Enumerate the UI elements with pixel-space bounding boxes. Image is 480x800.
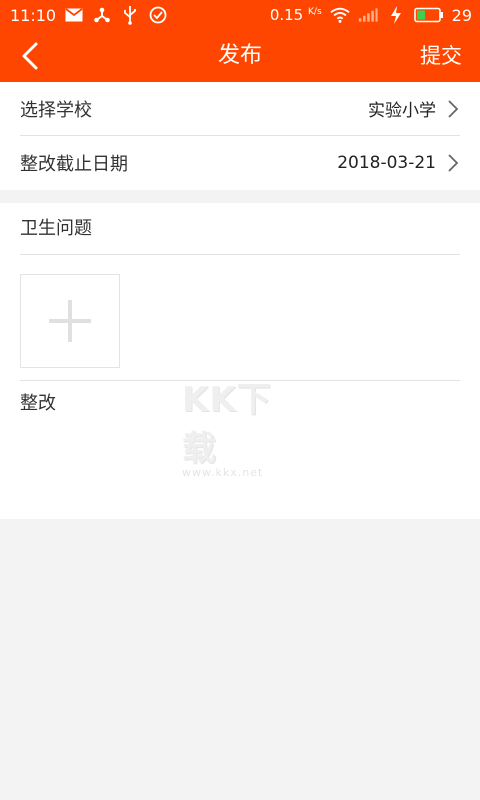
charging-icon — [386, 5, 406, 25]
back-button[interactable] — [14, 40, 46, 72]
deadline-row[interactable]: 整改截止日期 2018-03-21 — [20, 136, 460, 190]
watermark-url: www.kkx.net — [182, 466, 264, 479]
status-right: 0.15 K/s 29 — [270, 0, 472, 30]
status-bar: 11:10 0.15 K/s 29 — [0, 0, 480, 30]
school-label: 选择学校 — [20, 99, 92, 121]
add-photo-button[interactable] — [20, 274, 120, 368]
deadline-value: 2018-03-21 — [337, 153, 436, 173]
deadline-value-group: 2018-03-21 — [337, 153, 460, 173]
status-time: 11:10 — [10, 5, 57, 25]
watermark: KK下载 www.kkx.net — [182, 372, 302, 479]
usb-icon — [120, 5, 140, 25]
watermark-logo: KK下载 — [182, 380, 272, 469]
back-arrow-icon — [22, 42, 38, 70]
form-card: 选择学校 实验小学 整改截止日期 2018-03-21 — [0, 82, 480, 190]
network-speed: 0.15 K/s — [270, 6, 322, 24]
submit-button[interactable]: 提交 — [420, 30, 462, 82]
chevron-right-icon — [446, 99, 460, 119]
select-school-row[interactable]: 选择学校 实验小学 — [20, 82, 460, 136]
share-icon — [92, 5, 112, 25]
plus-icon — [49, 300, 91, 342]
deadline-label: 整改截止日期 — [20, 154, 128, 175]
battery-icon — [413, 5, 444, 25]
rectify-title: 整改 — [20, 393, 56, 414]
school-value: 实验小学 — [368, 101, 436, 121]
mail-icon — [64, 5, 84, 25]
status-left: 11:10 — [10, 0, 168, 30]
page-title: 发布 — [217, 43, 262, 68]
battery-level: 29 — [451, 5, 472, 25]
wifi-icon — [329, 5, 350, 25]
chevron-right-icon — [446, 153, 460, 173]
school-value-group: 实验小学 — [368, 96, 460, 121]
check-circle-icon — [148, 5, 168, 25]
nav-bar: 发布 提交 — [0, 30, 480, 82]
signal-icon — [358, 5, 378, 25]
network-speed-unit: K/s — [308, 7, 322, 17]
hygiene-issue-title: 卫生问题 — [20, 203, 460, 255]
network-speed-value: 0.15 — [269, 6, 304, 24]
